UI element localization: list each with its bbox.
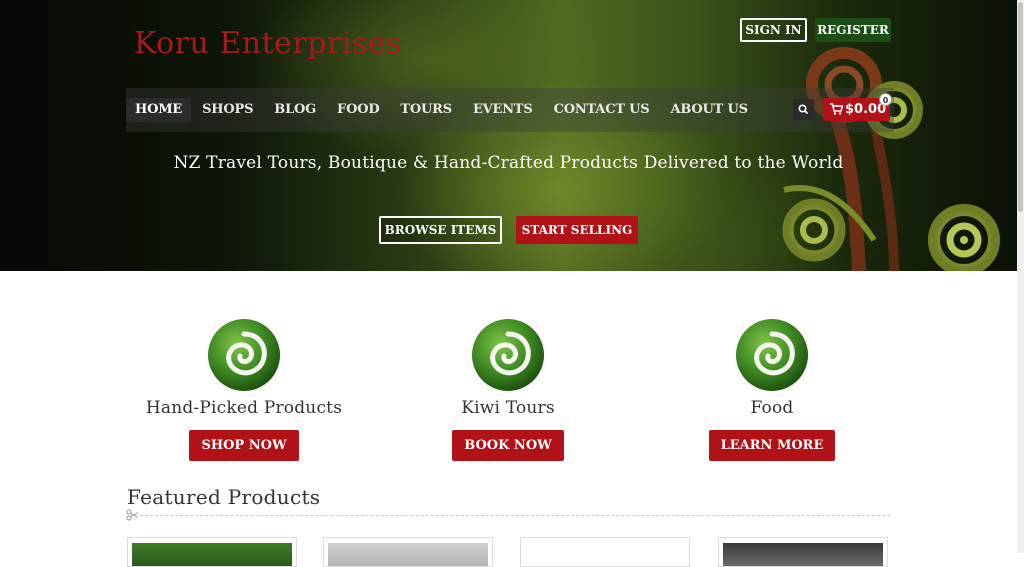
nav-item-contact-us[interactable]: CONTACT US: [544, 98, 660, 122]
scrollbar-thumb[interactable]: [1018, 2, 1023, 212]
product-card[interactable]: [520, 537, 690, 567]
nav-item-home[interactable]: HOME: [126, 98, 192, 122]
feature-food: Food LEARN MORE: [652, 314, 892, 461]
product-card[interactable]: [323, 537, 493, 567]
main-navigation: HOME SHOPS BLOG FOOD TOURS EVENTS CONTAC…: [126, 88, 894, 132]
nav-menu: HOME SHOPS BLOG FOOD TOURS EVENTS CONTAC…: [126, 98, 759, 122]
koru-icon: [472, 319, 544, 391]
register-button[interactable]: REGISTER: [815, 18, 891, 42]
browse-items-button[interactable]: BROWSE ITEMS: [379, 216, 502, 244]
nav-item-about-us[interactable]: ABOUT US: [660, 98, 757, 122]
nav-item-blog[interactable]: BLOG: [264, 98, 326, 122]
feature-title: Hand-Picked Products: [145, 398, 343, 418]
book-now-button[interactable]: BOOK NOW: [452, 430, 564, 461]
product-card[interactable]: [718, 537, 888, 567]
koru-icon: [736, 319, 808, 391]
start-selling-button[interactable]: START SELLING: [516, 216, 638, 244]
site-logo[interactable]: Koru Enterprises: [134, 26, 402, 61]
nav-item-tours[interactable]: TOURS: [390, 98, 462, 122]
cart-count-badge: 0: [879, 93, 892, 106]
koru-icon: [208, 319, 280, 391]
product-thumbnail[interactable]: [723, 543, 883, 566]
nav-item-food[interactable]: FOOD: [327, 98, 389, 122]
cart-button[interactable]: $0.00 0: [823, 93, 892, 121]
page-scrollbar[interactable]: [1017, 0, 1024, 553]
scissors-icon: [126, 509, 139, 521]
feature-title: Kiwi Tours: [461, 398, 555, 418]
product-thumbnail[interactable]: [525, 543, 685, 566]
learn-more-button[interactable]: LEARN MORE: [708, 430, 836, 461]
shopping-cart-icon: [830, 103, 843, 115]
featured-products-heading: Featured Products: [127, 485, 321, 509]
sign-in-button[interactable]: SIGN IN: [740, 18, 807, 42]
search-button[interactable]: [793, 99, 814, 120]
hero-banner: Koru Enterprises SIGN IN REGISTER HOME S…: [0, 0, 1024, 271]
section-divider: [140, 515, 890, 516]
feature-hand-picked-products: Hand-Picked Products SHOP NOW: [124, 314, 364, 461]
product-thumbnail[interactable]: [328, 543, 488, 566]
search-icon: [798, 104, 809, 115]
feature-kiwi-tours: Kiwi Tours BOOK NOW: [388, 314, 628, 461]
shop-now-button[interactable]: SHOP NOW: [189, 430, 299, 461]
product-thumbnail[interactable]: [132, 543, 292, 566]
nav-item-shops[interactable]: SHOPS: [192, 98, 263, 122]
product-card[interactable]: [127, 537, 297, 567]
nav-item-events[interactable]: EVENTS: [463, 98, 543, 122]
hero-tagline: NZ Travel Tours, Boutique & Hand-Crafted…: [173, 153, 844, 173]
feature-title: Food: [750, 398, 794, 418]
